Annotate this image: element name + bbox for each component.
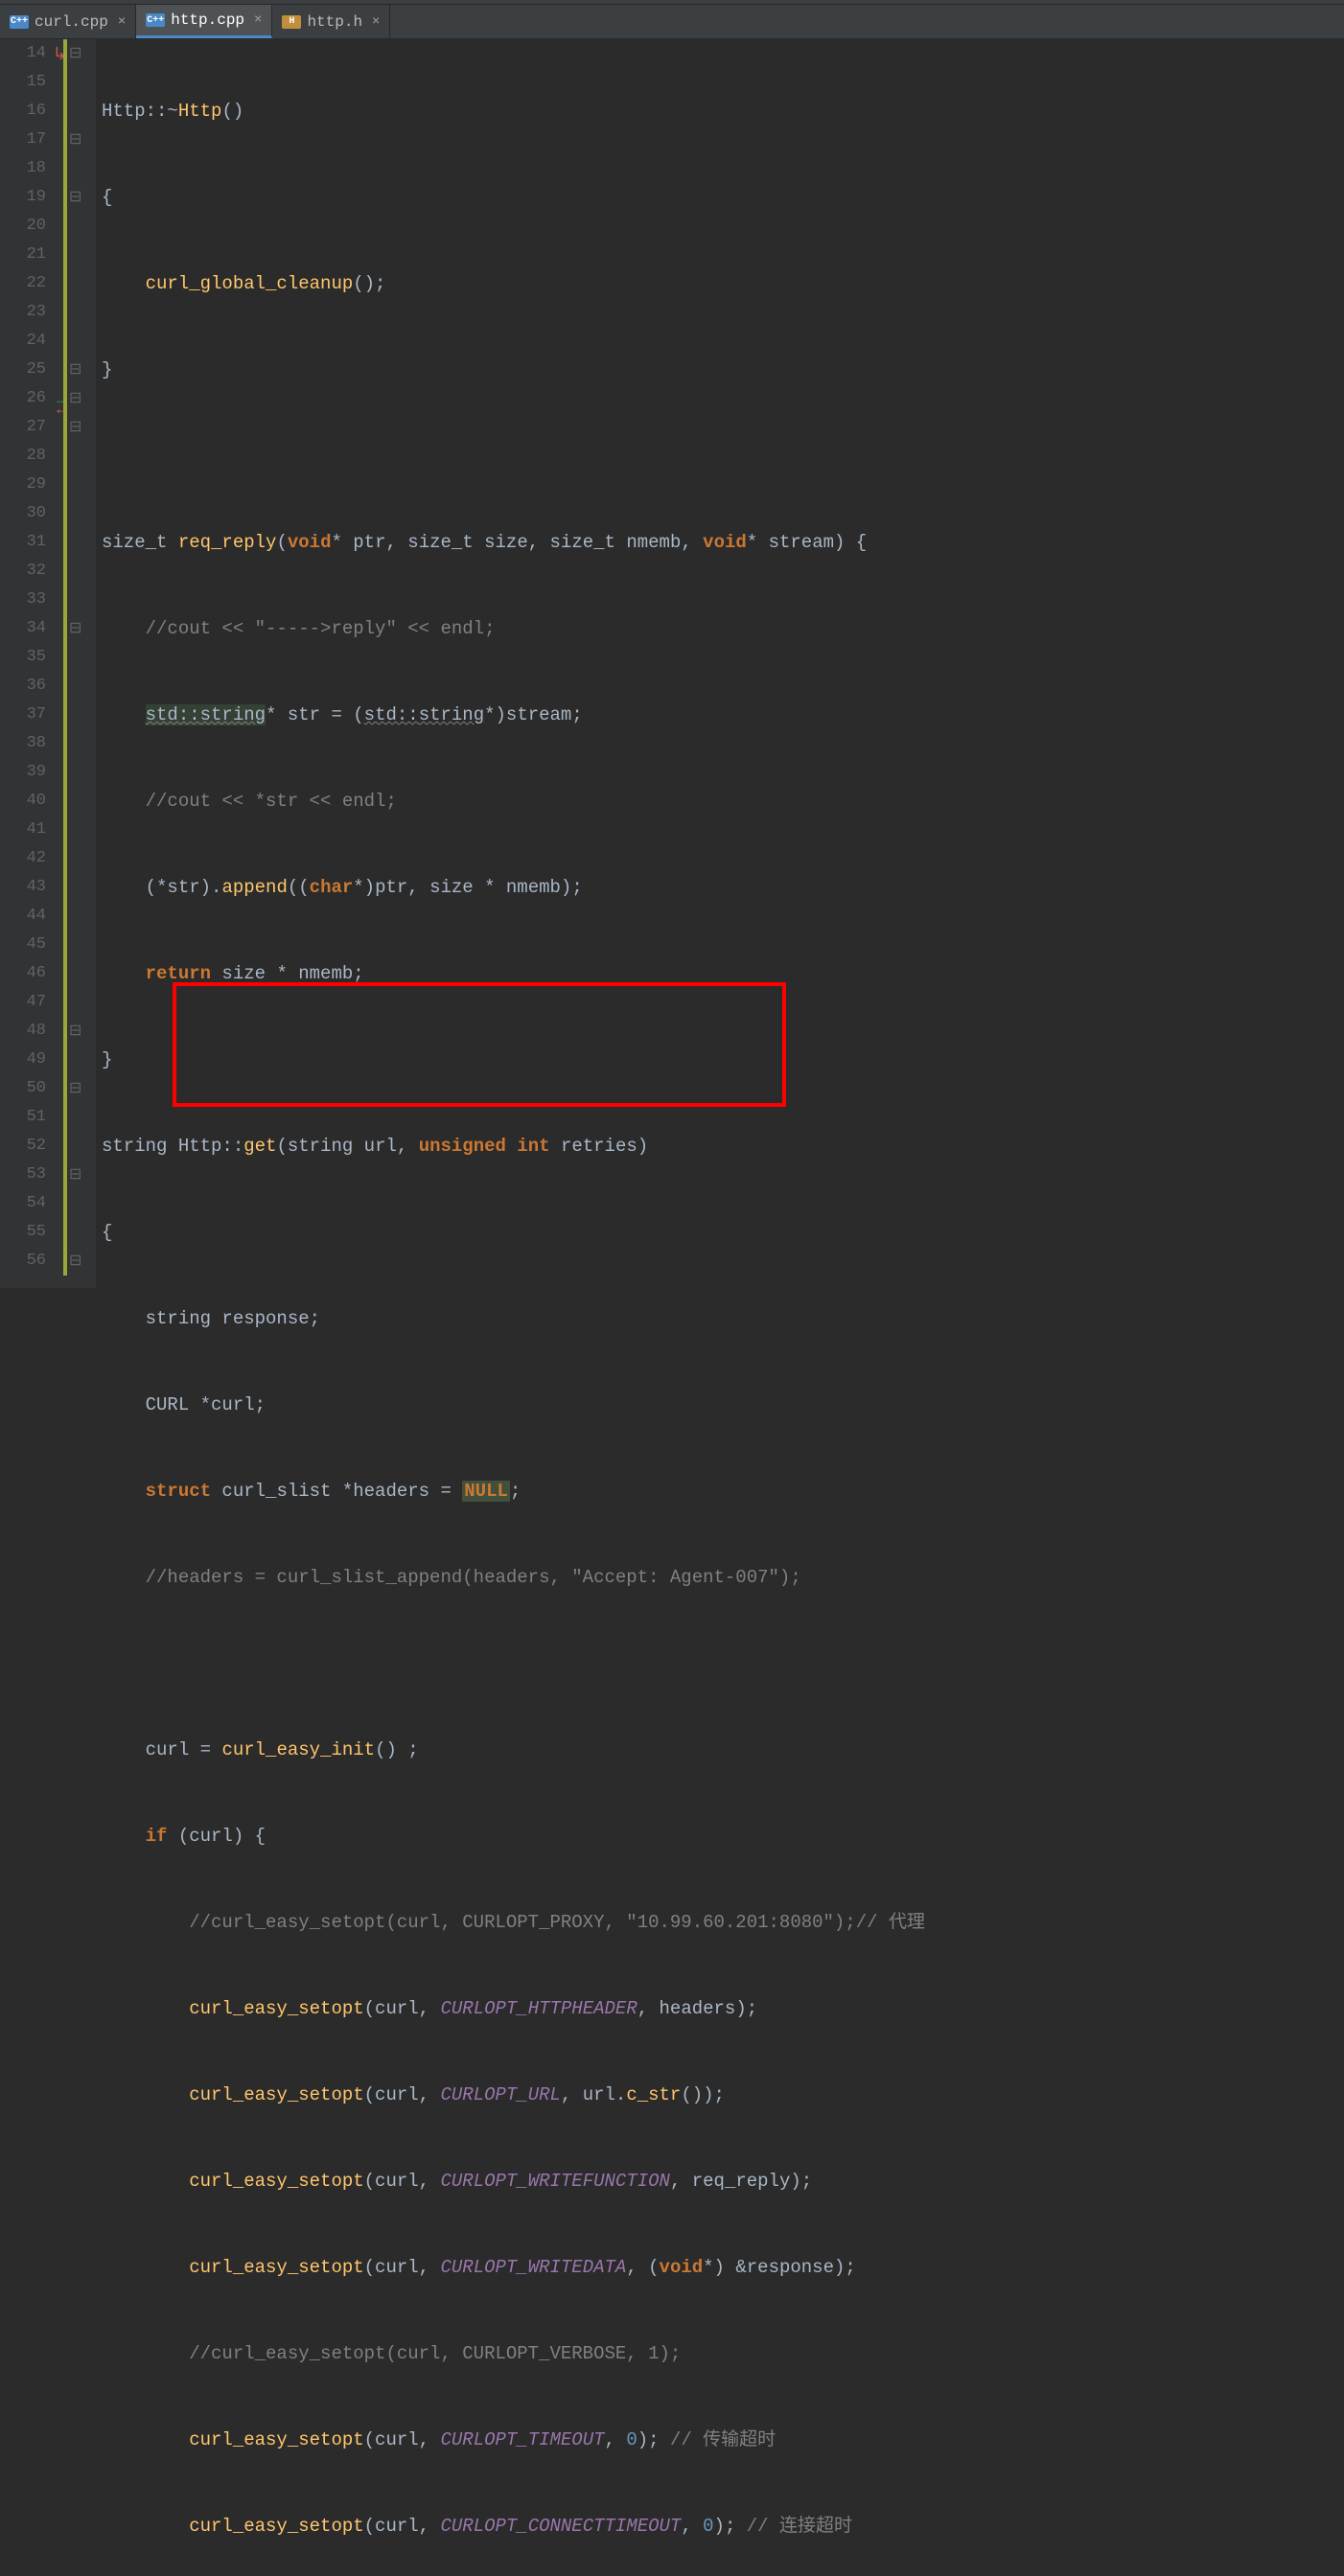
line-number: 22 bbox=[0, 269, 46, 298]
line-number: 27 bbox=[0, 413, 46, 442]
line-number: 46 bbox=[0, 959, 46, 988]
line-number: 26→← bbox=[0, 384, 46, 413]
line-number: 52 bbox=[0, 1132, 46, 1161]
fold-toggle-icon[interactable]: ⊟ bbox=[69, 618, 81, 637]
line-number: 25 bbox=[0, 356, 46, 384]
line-number: 29 bbox=[0, 471, 46, 499]
line-number: 24 bbox=[0, 327, 46, 356]
fold-toggle-icon[interactable]: ⊟ bbox=[69, 1078, 81, 1097]
close-icon[interactable]: × bbox=[118, 14, 126, 30]
fold-toggle-icon[interactable]: ⊟ bbox=[69, 417, 81, 436]
line-number: 35 bbox=[0, 643, 46, 672]
line-number: 17 bbox=[0, 126, 46, 154]
line-number: 32 bbox=[0, 557, 46, 586]
code-area[interactable]: Http::~Http() { curl_global_cleanup(); }… bbox=[96, 39, 1344, 1288]
tab-label: curl.cpp bbox=[35, 13, 108, 31]
line-number: 15 bbox=[0, 68, 46, 97]
h-file-icon: H bbox=[282, 15, 301, 29]
line-number: 53 bbox=[0, 1161, 46, 1189]
fold-toggle-icon[interactable]: ⊟ bbox=[69, 43, 81, 62]
line-number: 23 bbox=[0, 298, 46, 327]
line-number: 30 bbox=[0, 499, 46, 528]
tab-http-cpp[interactable]: C++ http.cpp × bbox=[136, 5, 272, 38]
cpp-file-icon: C++ bbox=[10, 15, 29, 29]
editor-tabs: C++ curl.cpp × C++ http.cpp × H http.h × bbox=[0, 5, 1344, 39]
close-icon[interactable]: × bbox=[254, 12, 262, 28]
tab-label: http.cpp bbox=[171, 12, 244, 29]
fold-toggle-icon[interactable]: ⊟ bbox=[69, 187, 81, 206]
line-number: 47 bbox=[0, 988, 46, 1017]
line-number: 39 bbox=[0, 758, 46, 787]
fold-toggle-icon[interactable]: ⊟ bbox=[69, 359, 81, 379]
line-number: 14↳ bbox=[0, 39, 46, 68]
line-number: 44 bbox=[0, 902, 46, 931]
line-number: 56 bbox=[0, 1247, 46, 1276]
cpp-file-icon: C++ bbox=[146, 13, 165, 27]
line-number: 28 bbox=[0, 442, 46, 471]
line-number: 37 bbox=[0, 701, 46, 729]
line-number: 54 bbox=[0, 1189, 46, 1218]
fold-toggle-icon[interactable]: ⊟ bbox=[69, 129, 81, 149]
line-number: 18 bbox=[0, 154, 46, 183]
line-number: 40 bbox=[0, 787, 46, 816]
line-number: 51 bbox=[0, 1103, 46, 1132]
line-number: 38 bbox=[0, 729, 46, 758]
tab-label: http.h bbox=[307, 13, 362, 31]
line-number: 41 bbox=[0, 816, 46, 844]
line-number: 20 bbox=[0, 212, 46, 241]
fold-toggle-icon[interactable]: ⊟ bbox=[69, 1251, 81, 1270]
line-number: 43 bbox=[0, 873, 46, 902]
fold-column: ⊟ ⊟ ⊟ ⊟ ⊟ ⊟ ⊟ ⊟ ⊟ ⊟ ⊟ bbox=[63, 39, 96, 1288]
fold-toggle-icon[interactable]: ⊟ bbox=[69, 388, 81, 407]
line-number-gutter: 14↳151617181920212223242526→←27282930313… bbox=[0, 39, 63, 1288]
line-number: 55 bbox=[0, 1218, 46, 1247]
line-number: 21 bbox=[0, 241, 46, 269]
close-icon[interactable]: × bbox=[372, 14, 380, 30]
line-number: 42 bbox=[0, 844, 46, 873]
line-number: 19 bbox=[0, 183, 46, 212]
tab-curl-cpp[interactable]: C++ curl.cpp × bbox=[0, 5, 136, 38]
highlight-box bbox=[173, 982, 786, 1107]
line-number: 50 bbox=[0, 1074, 46, 1103]
fold-toggle-icon[interactable]: ⊟ bbox=[69, 1021, 81, 1040]
line-number: 45 bbox=[0, 931, 46, 959]
line-number: 16 bbox=[0, 97, 46, 126]
tab-http-h[interactable]: H http.h × bbox=[272, 5, 390, 38]
line-number: 48 bbox=[0, 1017, 46, 1046]
line-number: 34 bbox=[0, 614, 46, 643]
line-number: 36 bbox=[0, 672, 46, 701]
fold-toggle-icon[interactable]: ⊟ bbox=[69, 1164, 81, 1184]
line-number: 31 bbox=[0, 528, 46, 557]
line-number: 33 bbox=[0, 586, 46, 614]
code-editor[interactable]: 14↳151617181920212223242526→←27282930313… bbox=[0, 39, 1344, 1288]
line-number: 49 bbox=[0, 1046, 46, 1074]
